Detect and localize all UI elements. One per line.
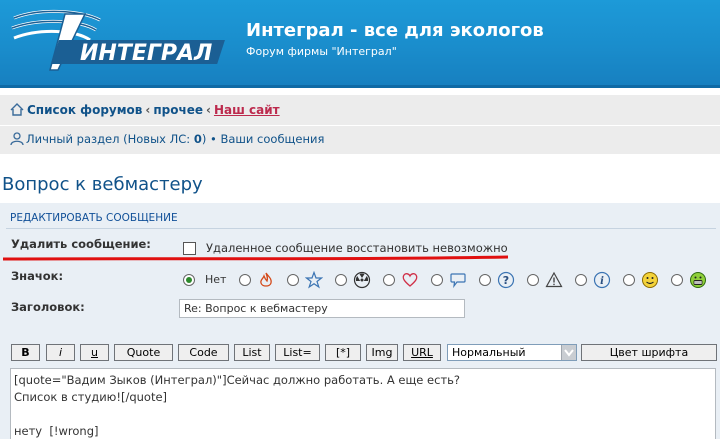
pm-count: 0	[193, 132, 202, 146]
subject-label: Заголовок:	[11, 300, 85, 314]
site-logo[interactable]: ИНТЕГРАЛ	[10, 6, 240, 76]
icon-radio-comment[interactable]	[431, 274, 443, 286]
star-icon	[305, 271, 323, 289]
font-color-button[interactable]: Цвет шрифта	[581, 344, 717, 361]
home-icon	[10, 103, 24, 116]
logo-text: ИНТЕГРАЛ	[80, 41, 212, 66]
chevron-down-icon[interactable]	[561, 345, 576, 360]
crumb-separator: ‹	[145, 103, 151, 117]
bold-button[interactable]: B	[11, 344, 40, 361]
ordered-list-button[interactable]: List=	[275, 344, 320, 361]
warning-icon	[545, 271, 563, 288]
icon-radio-fire[interactable]	[239, 274, 251, 286]
site-title: Интеграл - все для экологов	[246, 20, 544, 41]
italic-button[interactable]: i	[46, 344, 75, 361]
delete-note: Удаленное сообщение восстановить невозмо…	[206, 241, 508, 255]
icon-radio-smile[interactable]	[623, 274, 635, 286]
edit-post-panel: РЕДАКТИРОВАТЬ СООБЩЕНИЕ Удалить сообщени…	[0, 203, 720, 439]
font-size-value: Нормальный	[452, 346, 526, 359]
quote-button[interactable]: Quote	[114, 344, 173, 361]
svg-text:i: i	[600, 276, 604, 287]
question-icon: ?	[497, 271, 515, 289]
img-button[interactable]: Img	[366, 344, 398, 361]
delete-label: Удалить сообщение:	[11, 237, 151, 251]
font-size-select[interactable]: Нормальный	[447, 344, 577, 361]
crumb-our-site[interactable]: Наш сайт	[214, 103, 280, 117]
breadcrumb-bar: Список форумов ‹ прочее ‹ Наш сайт	[0, 95, 720, 125]
url-button[interactable]: URL	[403, 344, 441, 361]
fire-icon	[260, 272, 272, 287]
divider	[6, 228, 716, 229]
message-textarea[interactable]: [quote="Вадим Зыков (Интеграл)"]Сейчас д…	[10, 368, 716, 439]
icon-radio-star[interactable]	[287, 274, 299, 286]
icon-radio-none[interactable]	[183, 274, 195, 286]
icon-radio-heart[interactable]	[383, 274, 395, 286]
list-button[interactable]: List	[234, 344, 270, 361]
pm-prefix: (Новых ЛС:	[123, 132, 194, 146]
crumb-separator: ‹	[206, 103, 211, 117]
grin-icon	[690, 272, 706, 288]
user-bar: Личный раздел (Новых ЛС: 0) • Ваши сообщ…	[0, 126, 720, 154]
svg-text:?: ?	[503, 274, 509, 287]
list-item-button[interactable]: [*]	[325, 344, 361, 361]
comment-bubble-icon	[450, 273, 466, 289]
icon-radio-info[interactable]	[575, 274, 587, 286]
bbcode-toolbar: B i u Quote Code List List= [*] Img URL …	[11, 344, 717, 362]
icon-radio-grin[interactable]	[671, 274, 683, 286]
site-header: ИНТЕГРАЛ Интеграл - все для экологов Фор…	[0, 0, 720, 88]
page-title: Вопрос к вебмастеру	[2, 174, 203, 195]
panel-heading: РЕДАКТИРОВАТЬ СООБЩЕНИЕ	[10, 212, 178, 224]
site-description: Форум фирмы "Интеграл"	[246, 45, 397, 58]
user-links: Личный раздел (Новых ЛС: 0) • Ваши сообщ…	[10, 132, 324, 146]
icon-radio-radioactive[interactable]	[335, 274, 347, 286]
red-annotation-line	[3, 255, 508, 261]
crumb-forum-index[interactable]: Список форумов	[27, 103, 142, 117]
icon-none-label: Нет	[205, 273, 227, 286]
user-cp-link[interactable]: Личный раздел	[26, 132, 119, 146]
subject-input[interactable]	[179, 299, 465, 318]
icon-radio-warning[interactable]	[527, 274, 539, 286]
bullet: •	[210, 132, 217, 146]
user-icon	[10, 132, 24, 146]
underline-button[interactable]: u	[80, 344, 109, 361]
crumb-misc[interactable]: прочее	[153, 103, 203, 117]
pm-suffix: )	[201, 132, 207, 146]
icon-label: Значок:	[11, 269, 64, 283]
smile-icon	[642, 272, 658, 288]
your-posts-link[interactable]: Ваши сообщения	[220, 132, 324, 146]
icon-radio-question[interactable]	[479, 274, 491, 286]
heart-icon	[402, 273, 418, 287]
breadcrumb: Список форумов ‹ прочее ‹ Наш сайт	[10, 103, 280, 117]
info-icon: i	[593, 271, 611, 289]
radioactive-icon	[353, 271, 371, 289]
code-button[interactable]: Code	[178, 344, 229, 361]
post-icon-selector: Нет ? i	[181, 271, 716, 289]
